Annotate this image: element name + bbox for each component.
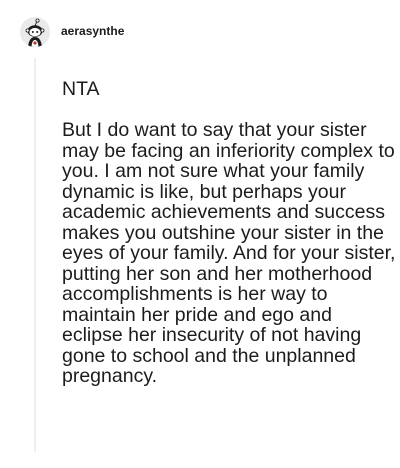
comment-paragraph: NTA (62, 78, 100, 100)
comment-header: aerasynthe (20, 16, 124, 48)
comment-author[interactable]: aerasynthe (61, 24, 124, 38)
comment-paragraph: But I do want to say that your sister ma… (62, 119, 396, 387)
snoo-avatar-icon (20, 17, 50, 47)
thread-line[interactable] (34, 58, 36, 452)
comment: aerasynthe NTA But I do want to say that… (0, 0, 400, 468)
avatar[interactable] (20, 17, 50, 47)
comment-body: NTA But I do want to say that your siste… (62, 79, 398, 407)
